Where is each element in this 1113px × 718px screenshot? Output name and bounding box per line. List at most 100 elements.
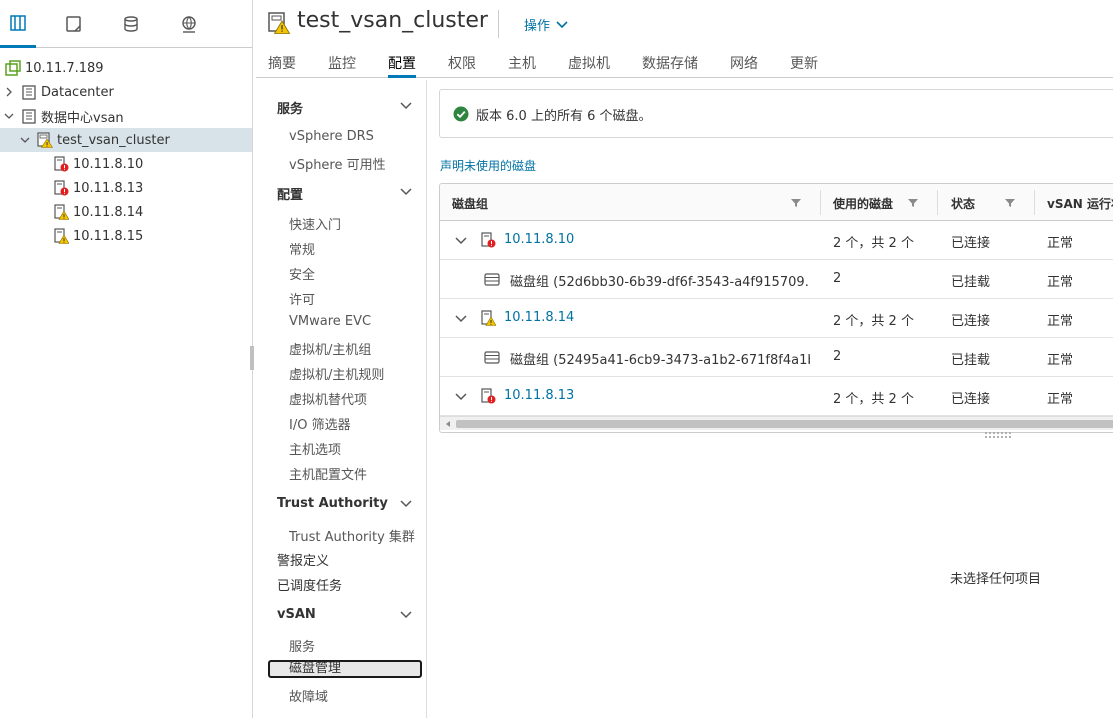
tab-vms[interactable]: 虚拟机 — [568, 53, 610, 78]
tree-item-cluster[interactable]: test_vsan_cluster — [0, 128, 252, 152]
grid-header: 磁盘组 使用的磁盘 状态 vSAN 运行状 — [440, 184, 1113, 221]
host-error-icon — [54, 180, 69, 196]
tab-datastores[interactable]: 数据存储 — [642, 53, 698, 78]
host-link[interactable]: 10.11.8.14 — [504, 310, 574, 325]
nav-host-profile[interactable]: 主机配置文件 — [289, 464, 367, 483]
chevron-down-icon[interactable] — [399, 99, 413, 113]
nav-licensing[interactable]: 许可 — [289, 289, 315, 308]
scroll-left-icon[interactable] — [444, 420, 452, 428]
nav-vsphere-availability[interactable]: vSphere 可用性 — [289, 154, 386, 173]
table-row-host[interactable]: 10.11.8.13 2 个，共 2 个 已连接 正常 — [440, 377, 1113, 416]
resize-grip-icon[interactable] — [985, 432, 1013, 438]
object-tabs: 摘要 监控 配置 权限 主机 虚拟机 数据存储 网络 更新 — [256, 48, 1113, 78]
nav-trust-authority-cluster[interactable]: Trust Authority 集群 — [289, 526, 415, 545]
tree-item-datacenter-vsan[interactable]: 数据中心vsan — [0, 104, 252, 128]
scrollbar-thumb[interactable] — [456, 420, 1113, 428]
filter-icon[interactable] — [908, 198, 918, 208]
nav-disk-management[interactable]: 磁盘管理 — [268, 660, 422, 678]
host-error-icon — [54, 156, 69, 172]
table-row-host[interactable]: 10.11.8.10 2 个，共 2 个 已连接 正常 — [440, 221, 1113, 260]
disks-used-cell: 2 个，共 2 个 — [833, 314, 914, 329]
actions-label: 操作 — [524, 19, 551, 34]
column-header-disks-used[interactable]: 使用的磁盘 — [833, 195, 893, 212]
tree-item-label: test_vsan_cluster — [57, 132, 170, 148]
chevron-down-icon[interactable] — [454, 312, 468, 326]
column-header-disk-group[interactable]: 磁盘组 — [452, 195, 488, 212]
tab-hosts[interactable]: 主机 — [508, 53, 536, 78]
pane-splitter[interactable] — [250, 346, 254, 370]
datacenter-icon — [22, 109, 36, 124]
tab-permissions[interactable]: 权限 — [448, 53, 476, 78]
tree-item-label: 10.11.8.15 — [73, 228, 144, 244]
tree-item-host[interactable]: 10.11.8.15 — [0, 224, 252, 248]
column-header-state[interactable]: 状态 — [951, 195, 975, 212]
tree-item-datacenter[interactable]: Datacenter — [0, 80, 252, 104]
nav-vsan-services[interactable]: 服务 — [289, 636, 315, 655]
nav-vm-host-rules[interactable]: 虚拟机/主机规则 — [289, 364, 384, 383]
networking-tab[interactable] — [171, 0, 207, 48]
tree-item-host[interactable]: 10.11.8.14 — [0, 200, 252, 224]
section-trust-authority[interactable]: Trust Authority — [277, 496, 388, 511]
storage-icon — [124, 16, 138, 32]
tab-updates[interactable]: 更新 — [790, 53, 818, 78]
section-vsan[interactable]: vSAN — [277, 607, 316, 622]
chevron-down-icon[interactable] — [399, 608, 413, 622]
title-divider — [498, 10, 499, 38]
chevron-down-icon[interactable] — [454, 390, 468, 404]
chevron-down-icon[interactable] — [454, 234, 468, 248]
tree-item-host[interactable]: 10.11.8.13 — [0, 176, 252, 200]
chevron-down-icon — [556, 20, 568, 28]
filter-icon[interactable] — [1005, 198, 1015, 208]
tree-item-label: 10.11.8.14 — [73, 204, 144, 220]
chevron-down-icon[interactable] — [399, 185, 413, 199]
chevron-down-icon[interactable] — [19, 134, 31, 146]
table-row-disk-group[interactable]: 磁盘组 (52495a41-6cb9-3473-a1b2-671f8f4a1b…… — [440, 338, 1113, 377]
tab-monitor[interactable]: 监控 — [328, 53, 356, 78]
vms-and-templates-tab[interactable] — [56, 0, 92, 48]
actions-menu-button[interactable]: 操作 — [524, 15, 568, 34]
nav-vmware-evc[interactable]: VMware EVC — [289, 314, 371, 329]
chevron-down-icon[interactable] — [399, 497, 413, 511]
cluster-warning-icon — [268, 12, 290, 34]
tab-networks[interactable]: 网络 — [730, 53, 758, 78]
nav-vsphere-drs[interactable]: vSphere DRS — [289, 129, 374, 144]
horizontal-scrollbar[interactable] — [440, 416, 1113, 430]
filter-icon[interactable] — [791, 198, 801, 208]
chevron-right-icon[interactable] — [3, 86, 15, 98]
tree-item-label: 10.11.8.10 — [73, 156, 144, 172]
disk-group-name: 磁盘组 (52d6bb30-6b39-df6f-3543-a4f915709… — [510, 275, 810, 290]
networking-icon — [182, 16, 196, 33]
storage-tab[interactable] — [113, 0, 149, 48]
table-row-host[interactable]: 10.11.8.14 2 个，共 2 个 已连接 正常 — [440, 299, 1113, 338]
health-cell: 正常 — [1047, 236, 1074, 251]
nav-security[interactable]: 安全 — [289, 264, 315, 283]
state-cell: 已连接 — [951, 236, 991, 251]
status-banner: 版本 6.0 上的所有 6 个磁盘。 — [439, 89, 1113, 138]
section-configuration[interactable]: 配置 — [277, 184, 303, 203]
hosts-and-clusters-tab[interactable] — [0, 0, 36, 48]
column-header-vsan-health[interactable]: vSAN 运行状 — [1047, 195, 1113, 212]
claim-unused-disks-link[interactable]: 声明未使用的磁盘 — [440, 157, 536, 174]
status-message: 版本 6.0 上的所有 6 个磁盘。 — [476, 109, 652, 124]
tab-configure[interactable]: 配置 — [388, 53, 416, 78]
table-row-disk-group[interactable]: 磁盘组 (52d6bb30-6b39-df6f-3543-a4f915709… … — [440, 260, 1113, 299]
tree-item-label: Datacenter — [41, 84, 114, 100]
nav-alarm-definitions[interactable]: 警报定义 — [277, 550, 329, 569]
nav-general[interactable]: 常规 — [289, 239, 315, 258]
nav-scheduled-tasks[interactable]: 已调度任务 — [277, 575, 342, 594]
host-link[interactable]: 10.11.8.10 — [504, 232, 574, 247]
tab-summary[interactable]: 摘要 — [268, 53, 296, 78]
host-link[interactable]: 10.11.8.13 — [504, 388, 574, 403]
chevron-down-icon[interactable] — [3, 110, 15, 122]
tree-item-label: 10.11.7.189 — [25, 60, 104, 76]
nav-vm-host-groups[interactable]: 虚拟机/主机组 — [289, 339, 371, 358]
nav-quickstart[interactable]: 快速入门 — [289, 214, 341, 233]
nav-fault-domains[interactable]: 故障域 — [289, 686, 328, 705]
section-services[interactable]: 服务 — [277, 98, 303, 117]
tree-item-vcenter[interactable]: 10.11.7.189 — [0, 56, 252, 80]
nav-host-options[interactable]: 主机选项 — [289, 439, 341, 458]
tree-item-host[interactable]: 10.11.8.10 — [0, 152, 252, 176]
nav-vm-overrides[interactable]: 虚拟机替代项 — [289, 389, 367, 408]
health-cell: 正常 — [1047, 275, 1074, 290]
nav-io-filters[interactable]: I/O 筛选器 — [289, 414, 351, 433]
